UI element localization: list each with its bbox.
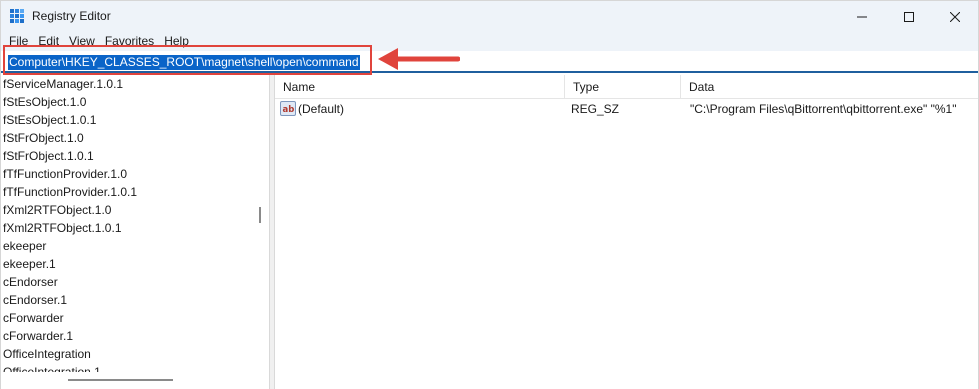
close-button[interactable] — [932, 1, 978, 32]
tree-item[interactable]: cForwarder — [3, 309, 137, 327]
value-type: REG_SZ — [571, 102, 620, 116]
tree-item[interactable]: fStFrObject.1.0.1 — [3, 147, 137, 165]
tree-item[interactable]: fStEsObject.1.0 — [3, 93, 137, 111]
highlight-box — [3, 45, 372, 75]
registry-editor-icon — [10, 9, 24, 23]
tree-item[interactable]: ekeeper.1 — [3, 255, 137, 273]
tree-item[interactable]: fXml2RTFObject.1.0 — [3, 201, 137, 219]
tree-horizontal-scroll-thumb[interactable] — [68, 379, 173, 381]
list-header: Name Type Data — [275, 75, 978, 99]
column-header-type[interactable]: Type — [565, 75, 681, 99]
tree-item[interactable]: OfficeIntegration — [3, 345, 137, 363]
tree-item[interactable]: fTfFunctionProvider.1.0 — [3, 165, 137, 183]
tree-item[interactable]: cForwarder.1 — [3, 327, 137, 345]
tree-item[interactable]: fStFrObject.1.0 — [3, 129, 137, 147]
value-data: "C:\Program Files\qBittorrent\qbittorren… — [690, 102, 957, 116]
tree-horizontal-scrollbar[interactable] — [1, 372, 253, 389]
minimize-button[interactable] — [839, 1, 885, 32]
maximize-icon — [904, 11, 914, 22]
tree-item[interactable]: fServiceManager.1.0.1 — [3, 75, 137, 93]
values-list[interactable]: Name Type Data ab (Default) REG_SZ "C:\P… — [275, 75, 978, 389]
title-bar[interactable]: Registry Editor — [1, 1, 978, 32]
tree-item[interactable]: fTfFunctionProvider.1.0.1 — [3, 183, 137, 201]
arrow-left-icon — [378, 48, 460, 70]
tree-item[interactable]: fXml2RTFObject.1.0.1 — [3, 219, 137, 237]
tree-list: fServiceManager.1.0.1 fStEsObject.1.0 fS… — [3, 75, 137, 381]
close-icon — [950, 11, 960, 22]
string-value-icon: ab — [280, 101, 296, 116]
tree-item[interactable]: fStEsObject.1.0.1 — [3, 111, 137, 129]
key-tree[interactable]: fServiceManager.1.0.1 fStEsObject.1.0 fS… — [1, 75, 269, 389]
tree-vertical-scrollbar[interactable] — [252, 75, 268, 372]
value-name: (Default) — [298, 102, 345, 116]
maximize-button[interactable] — [886, 1, 932, 32]
value-row[interactable]: ab (Default) REG_SZ "C:\Program Files\qB… — [275, 100, 978, 118]
svg-text:ab: ab — [283, 105, 295, 115]
column-header-data[interactable]: Data — [681, 75, 978, 99]
tree-item[interactable]: cEndorser.1 — [3, 291, 137, 309]
window-title: Registry Editor — [32, 9, 111, 23]
column-header-name[interactable]: Name — [275, 75, 565, 99]
tree-item[interactable]: cEndorser — [3, 273, 137, 291]
tree-item[interactable]: ekeeper — [3, 237, 137, 255]
minimize-icon — [857, 16, 867, 17]
tree-vertical-scroll-thumb[interactable] — [259, 207, 261, 223]
